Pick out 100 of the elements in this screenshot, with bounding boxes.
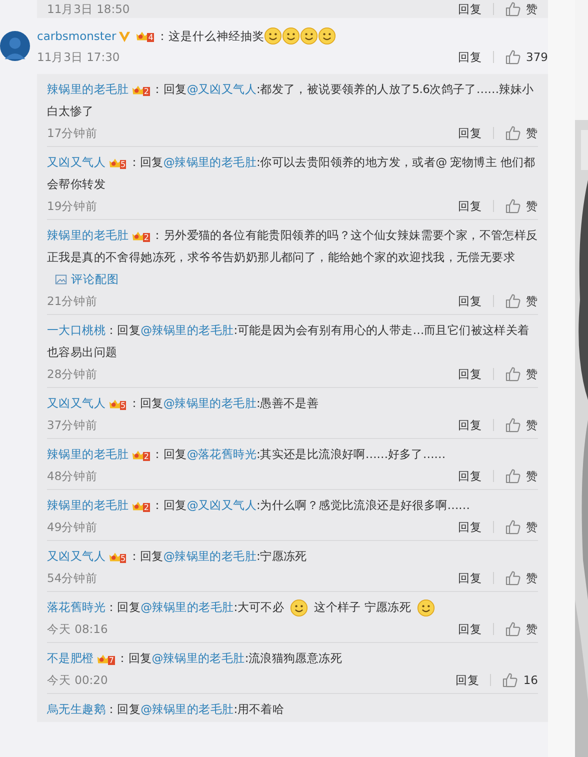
timestamp: 今天 08:16 [47,622,108,636]
reply-link[interactable]: 回复 [458,622,482,636]
reply-text: 辣锅里的老毛肚 2 ：回复@又凶又气人:都发了，被说要领养的人放了5.6次鸽子了……辣妹小白太惨了 [47,81,535,120]
level-badge: 2 [130,500,150,512]
thumbs-up-icon [505,49,522,65]
timestamp: 17分钟前 [47,126,98,140]
reply-link[interactable]: 回复 [458,2,482,16]
like-button[interactable]: 赞 [505,468,538,484]
level-badge: 7 [96,652,115,665]
mention-link[interactable]: @辣锅里的老毛肚 [163,396,257,410]
thumbs-up-icon [505,366,521,382]
thumbs-up-icon [505,621,521,637]
reply-text: 烏无生趣鹅：回复@辣锅里的老毛肚:用不着哈 [47,701,286,718]
thumbs-up-icon [505,125,521,141]
mention-link[interactable]: @辣锅里的老毛肚 [140,323,234,337]
reply-link[interactable]: 回复 [458,570,482,586]
username-link[interactable]: 辣锅里的老毛肚 [47,82,129,96]
comment-text: ：这是什么神经抽奖 [156,28,264,45]
thumbs-up-icon [505,519,521,535]
like-button[interactable]: 赞 [505,366,538,382]
username-link[interactable]: 落花舊時光 [47,600,106,614]
reply-text: 辣锅里的老毛肚 2 ：另外爱猫的各位有能贵阳领养的吗？这个仙女辣妹需要个家，不管怎样反正我是真的不舍得她冻死，求爷爷告奶奶那儿都问了，能给她个家的欢迎找我，无偿无要求 [47,227,538,266]
level-badge: 2 [130,84,150,96]
reply-text: 又凶又气人 5 ：回复@辣锅里的老毛肚:愚善不是善 [47,395,320,412]
mention-link[interactable]: @辣锅里的老毛肚 [140,600,234,614]
reply-link[interactable]: 回复 [458,126,482,140]
mention-link[interactable]: @辣锅里的老毛肚 [163,155,257,169]
like-button[interactable]: 赞 [505,570,538,586]
like-button[interactable]: 赞 [505,1,538,17]
smiley-emoji-icon [264,27,282,45]
level-badge: 5 [108,156,126,169]
timestamp: 21分钟前 [47,294,98,308]
smiley-emoji-icon [417,598,436,617]
thumbs-up-icon [505,417,521,433]
thumbs-up-icon [505,468,521,484]
reply-text: 一大口桃桃：回复@辣锅里的老毛肚:可能是因为会有别有用心的人带走…而且它们被这样关着也容易出问题 [47,322,530,361]
username-link[interactable]: carbsmonster [37,26,116,46]
reply-link[interactable]: 回复 [458,418,482,432]
username-link[interactable]: 烏无生趣鹅 [47,702,106,716]
reply-text: 辣锅里的老毛肚 2 ：回复@又凶又气人:为什么啊？感觉比流浪还是好很多啊…… [47,497,471,514]
like-button[interactable]: 赞 [505,198,538,214]
username-link[interactable]: 辣锅里的老毛肚 [47,228,129,242]
timestamp: 11月3日 18:50 [47,2,130,16]
like-button[interactable]: 379 [505,49,548,65]
thumbs-up-icon [502,672,518,688]
smiley-emoji-icon [300,27,318,45]
username-link[interactable]: 又凶又气人 [47,396,106,410]
like-button[interactable]: 赞 [505,125,538,141]
reply-link[interactable]: 回复 [458,50,482,64]
timestamp: 19分钟前 [47,198,98,214]
timestamp: 今天 00:20 [47,672,108,688]
username-link[interactable]: 不是肥橙 [47,651,94,665]
username-link[interactable]: 辣锅里的老毛肚 [47,447,129,461]
thumbs-up-icon [505,1,521,17]
thumbs-up-icon [505,570,521,586]
level-badge: 5 [108,398,126,410]
mention-link[interactable]: @辣锅里的老毛肚 [163,549,257,563]
like-button[interactable]: 赞 [505,293,538,309]
timestamp: 49分钟前 [47,520,98,534]
username-link[interactable]: 辣锅里的老毛肚 [47,498,129,512]
reply-text: 辣锅里的老毛肚 2 ：回复@落花舊時光:其实还是比流浪好啊……好多了…… [47,446,446,463]
like-button[interactable]: 16 [502,672,538,688]
thumbs-up-icon [505,293,521,309]
level-badge: 2 [130,230,150,242]
username-link[interactable]: 一大口桃桃 [47,323,106,337]
mention-link[interactable]: @辣锅里的老毛肚 [140,702,234,716]
comment-image-link[interactable]: 评论配图 [55,268,119,290]
avatar[interactable] [0,30,30,62]
mention-link[interactable]: @落花舊時光 [186,447,257,461]
username-link[interactable]: 又凶又气人 [47,155,106,169]
username-link[interactable]: 又凶又气人 [47,549,106,563]
like-button[interactable]: 赞 [505,621,538,637]
reply-text: 落花舊時光：回复@辣锅里的老毛肚:大可不必 这个样子 宁愿冻死 [47,596,538,618]
mention-link[interactable]: @辣锅里的老毛肚 [152,651,245,665]
mention-link[interactable]: @又凶又气人 [186,82,257,96]
thumbs-up-icon [505,198,521,214]
level-badge: 5 [108,550,126,563]
mention-link[interactable]: @又凶又气人 [186,498,257,512]
reply-text: 又凶又气人 5 ：回复@辣锅里的老毛肚:你可以去贵阳领养的地方发，或者@ 宠物博主 他们都会帮你转发 [47,154,536,193]
reply-link[interactable]: 回复 [458,520,482,534]
reply-link[interactable]: 回复 [458,366,482,382]
reply-link[interactable]: 回复 [458,198,482,214]
smiley-emoji-icon [290,598,308,617]
reply-link[interactable]: 回复 [458,294,482,308]
timestamp: 54分钟前 [47,570,98,586]
timestamp: 48分钟前 [47,468,98,484]
like-button[interactable]: 赞 [505,519,538,535]
reply-link[interactable]: 回复 [455,672,480,688]
timestamp: 28分钟前 [47,366,98,382]
like-button[interactable]: 赞 [505,417,538,433]
reply-link[interactable]: 回复 [458,468,482,484]
smiley-emoji-icon [318,27,336,45]
level-badge: 2 [130,448,150,461]
timestamp: 37分钟前 [47,418,98,432]
image-icon [55,274,67,284]
reply-text: 不是肥橙 7 ：回复@辣锅里的老毛肚:流浪猫狗愿意冻死 [47,650,344,667]
smiley-emoji-icon [282,27,300,45]
level-badge: 4 [135,30,154,42]
reply-text: 又凶又气人 5 ：回复@辣锅里的老毛肚:宁愿冻死 [47,548,308,565]
timestamp: 11月3日 17:30 [37,50,120,64]
